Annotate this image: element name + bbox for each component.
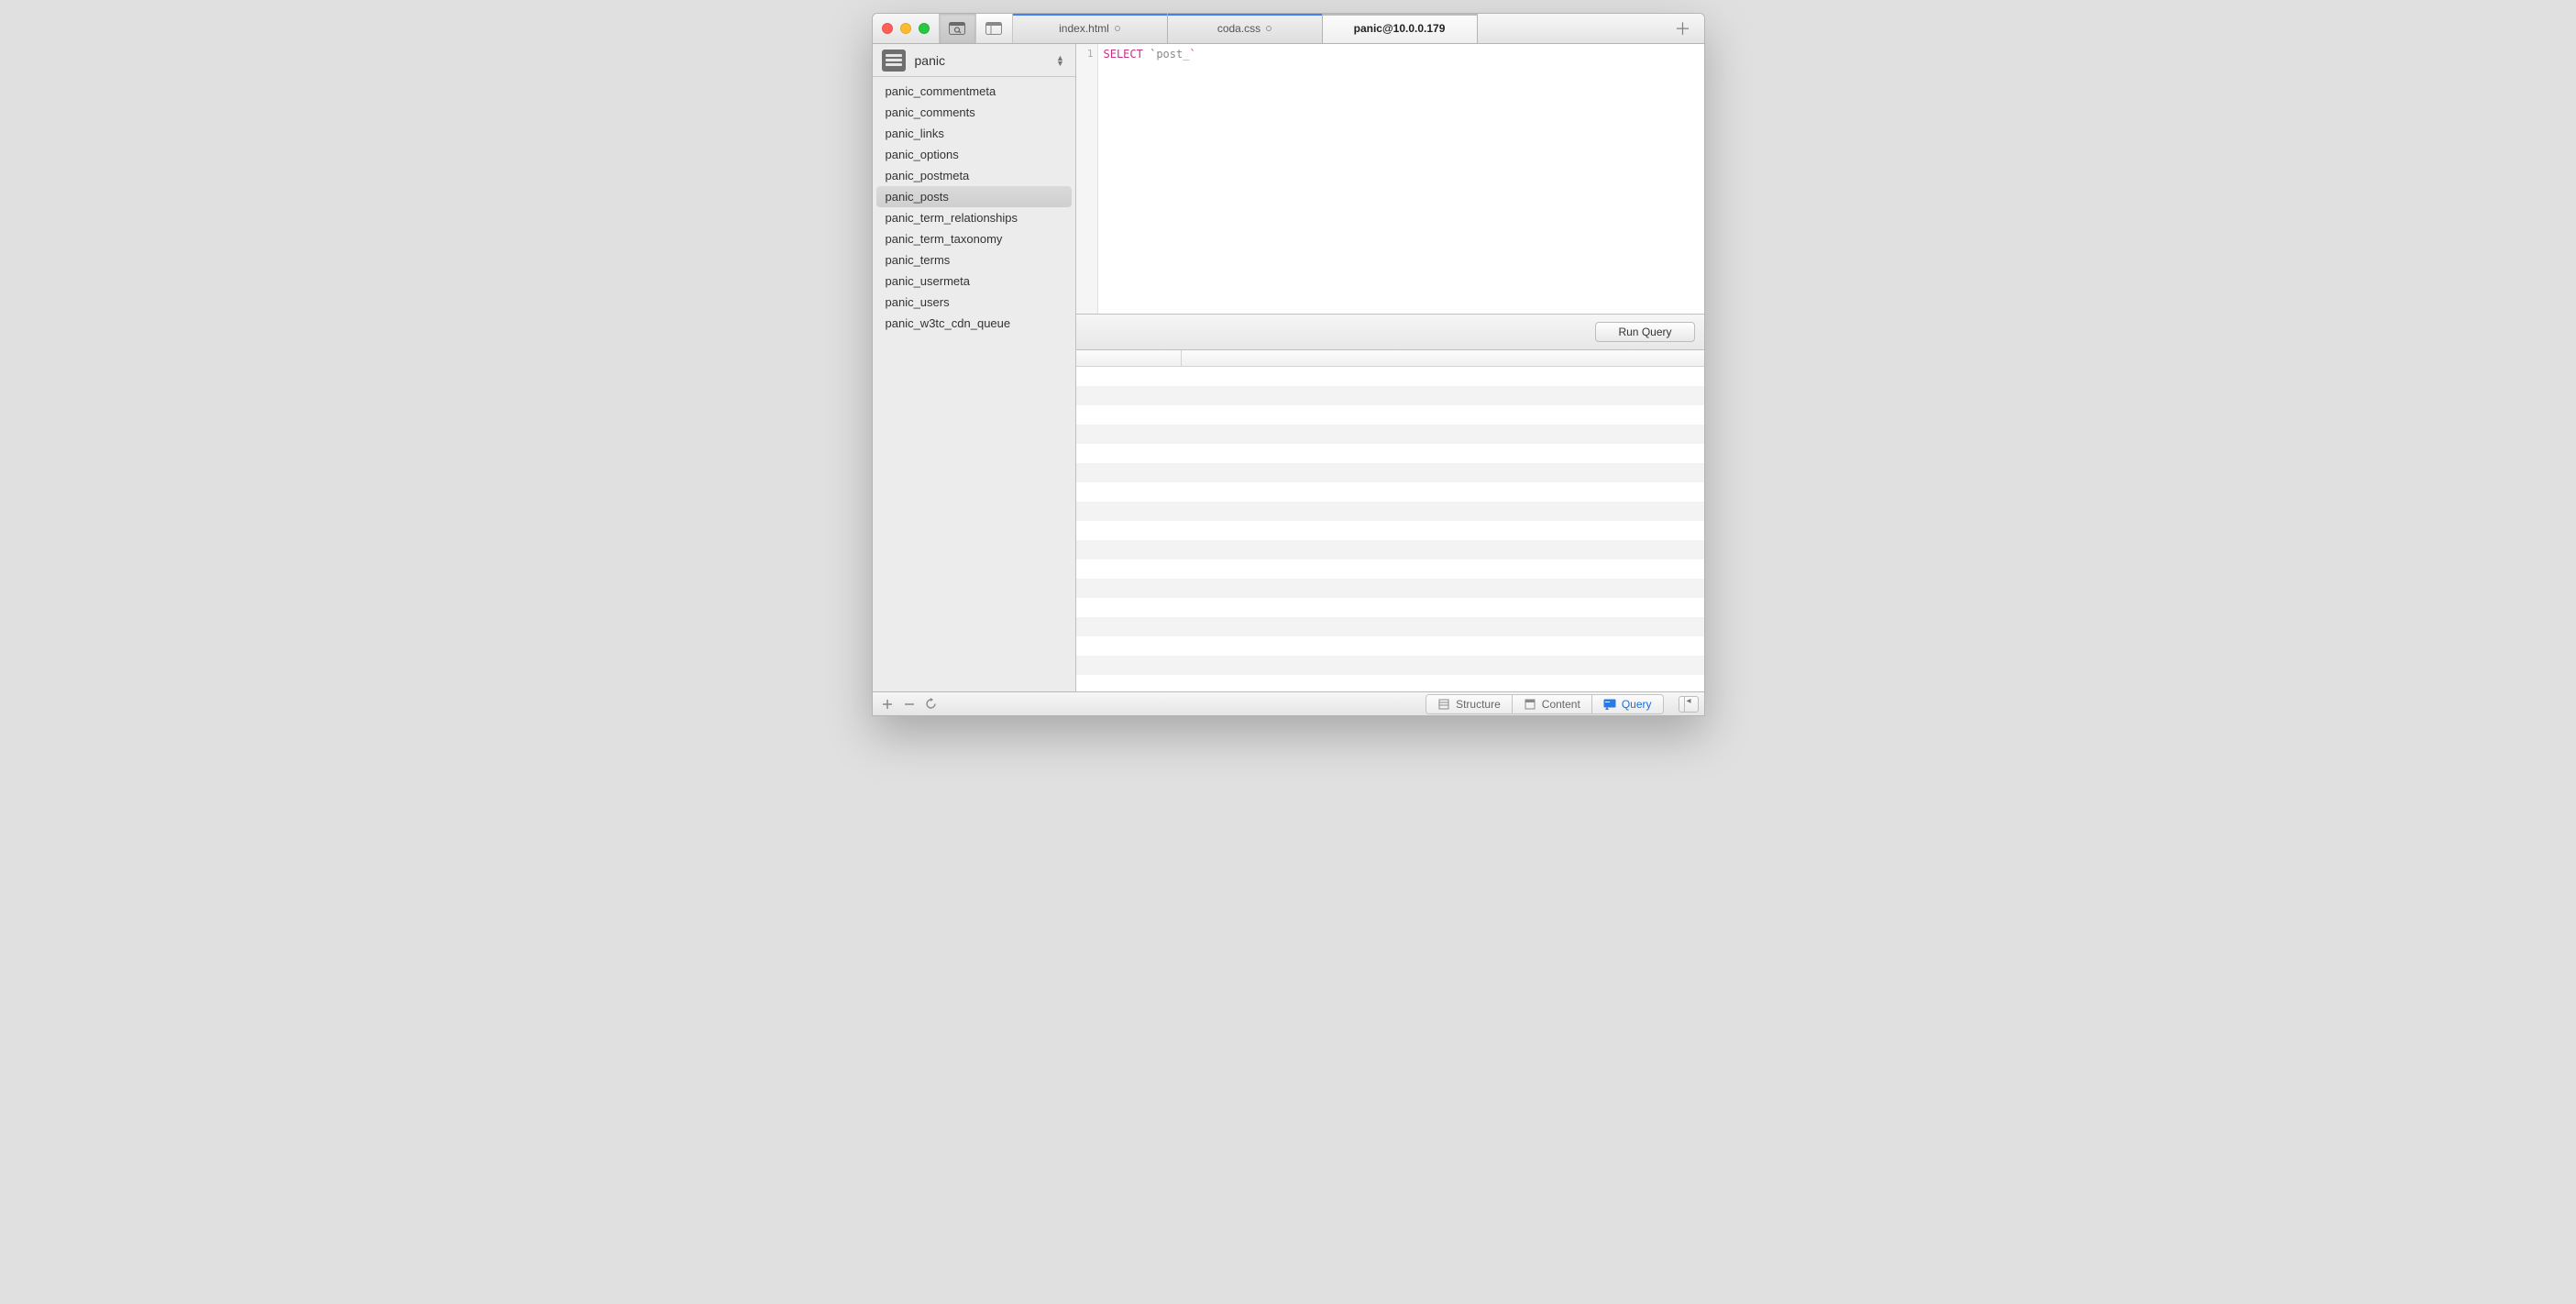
- preview-mode-button[interactable]: [940, 14, 976, 43]
- zoom-window-button[interactable]: [919, 23, 930, 34]
- table-row[interactable]: [1076, 636, 1704, 656]
- browser-icon: [949, 22, 965, 35]
- table-row[interactable]: [1076, 405, 1704, 425]
- toggle-sidebar-button[interactable]: [1679, 696, 1699, 713]
- refresh-button[interactable]: [922, 695, 941, 713]
- add-button[interactable]: [878, 695, 897, 713]
- results-header[interactable]: [1076, 350, 1704, 367]
- main-split: panic ▲▼ panic_commentmeta panic_comment…: [873, 44, 1704, 691]
- modified-indicator-icon: [1266, 26, 1271, 31]
- tab-panic-connection[interactable]: panic@10.0.0.179: [1323, 14, 1478, 43]
- tab-label: panic@10.0.0.179: [1354, 22, 1446, 35]
- table-item[interactable]: panic_postmeta: [876, 165, 1072, 186]
- table-row[interactable]: [1076, 463, 1704, 482]
- panel-icon: [985, 22, 1002, 35]
- table-row[interactable]: [1076, 559, 1704, 579]
- structure-label: Structure: [1456, 698, 1501, 711]
- editor-gutter: 1: [1076, 44, 1098, 314]
- table-row[interactable]: [1076, 598, 1704, 617]
- close-window-button[interactable]: [882, 23, 893, 34]
- refresh-icon: [925, 698, 937, 710]
- database-name: panic: [915, 53, 1046, 68]
- table-row[interactable]: [1076, 444, 1704, 463]
- sidebar: panic ▲▼ panic_commentmeta panic_comment…: [873, 44, 1076, 691]
- remove-button[interactable]: [900, 695, 919, 713]
- query-view-button[interactable]: Query: [1592, 695, 1663, 713]
- query-icon: [1603, 699, 1616, 710]
- tab-coda-css[interactable]: coda.css: [1168, 14, 1323, 43]
- table-row[interactable]: [1076, 521, 1704, 540]
- add-tab-area: ＋: [1478, 14, 1704, 43]
- table-item[interactable]: panic_term_taxonomy: [876, 228, 1072, 249]
- tab-label: coda.css: [1217, 22, 1260, 35]
- titlebar: index.html coda.css panic@10.0.0.179 ＋: [873, 14, 1704, 44]
- content-view-button[interactable]: Content: [1513, 695, 1592, 713]
- query-label: Query: [1622, 698, 1652, 711]
- table-row[interactable]: [1076, 367, 1704, 386]
- content-pane: 1 SELECT `post_` Run Query: [1076, 44, 1704, 691]
- table-item[interactable]: panic_terms: [876, 249, 1072, 271]
- tab-index-html[interactable]: index.html: [1013, 14, 1168, 43]
- content-icon: [1524, 699, 1536, 710]
- minimize-window-button[interactable]: [900, 23, 911, 34]
- content-label: Content: [1542, 698, 1580, 711]
- window-controls: [873, 14, 939, 43]
- table-item[interactable]: panic_usermeta: [876, 271, 1072, 292]
- sort-chevron-icon: ▲▼: [1055, 55, 1066, 66]
- table-item[interactable]: panic_w3tc_cdn_queue: [876, 313, 1072, 334]
- add-tab-button[interactable]: ＋: [1675, 17, 1691, 40]
- table-row[interactable]: [1076, 617, 1704, 636]
- database-selector[interactable]: panic ▲▼: [873, 44, 1075, 77]
- table-row[interactable]: [1076, 656, 1704, 675]
- modified-indicator-icon: [1115, 26, 1120, 31]
- plus-icon: [882, 699, 893, 710]
- tab-label: index.html: [1059, 22, 1109, 35]
- table-item[interactable]: panic_options: [876, 144, 1072, 165]
- run-bar: Run Query: [1076, 315, 1704, 350]
- editor-mode-button[interactable]: [976, 14, 1013, 43]
- table-row[interactable]: [1076, 502, 1704, 521]
- table-row[interactable]: [1076, 579, 1704, 598]
- view-selector: Structure Content Query: [1426, 694, 1663, 714]
- table-row[interactable]: [1076, 425, 1704, 444]
- table-row[interactable]: [1076, 386, 1704, 405]
- table-item[interactable]: panic_users: [876, 292, 1072, 313]
- app-window: index.html coda.css panic@10.0.0.179 ＋: [872, 13, 1705, 716]
- tabbar: index.html coda.css panic@10.0.0.179 ＋: [1013, 14, 1704, 43]
- table-row[interactable]: [1076, 540, 1704, 559]
- footer-bar: Structure Content Query: [873, 691, 1704, 715]
- run-query-button[interactable]: Run Query: [1595, 322, 1694, 342]
- table-item[interactable]: panic_comments: [876, 102, 1072, 123]
- editor-text[interactable]: SELECT `post_`: [1098, 44, 1704, 314]
- minus-icon: [904, 699, 915, 710]
- database-icon: [882, 50, 906, 72]
- view-mode-segment: [939, 14, 1013, 43]
- results-column-header[interactable]: [1076, 350, 1182, 366]
- table-item[interactable]: panic_term_relationships: [876, 207, 1072, 228]
- table-item-selected[interactable]: panic_posts: [876, 186, 1072, 207]
- table-row[interactable]: [1076, 675, 1704, 691]
- line-number: 1: [1076, 48, 1094, 60]
- structure-icon: [1437, 699, 1450, 710]
- sql-editor[interactable]: 1 SELECT `post_`: [1076, 44, 1704, 315]
- table-list: panic_commentmeta panic_comments panic_l…: [873, 77, 1075, 691]
- results-table[interactable]: [1076, 367, 1704, 691]
- structure-view-button[interactable]: Structure: [1426, 695, 1513, 713]
- table-item[interactable]: panic_links: [876, 123, 1072, 144]
- table-row[interactable]: [1076, 482, 1704, 502]
- table-item[interactable]: panic_commentmeta: [876, 81, 1072, 102]
